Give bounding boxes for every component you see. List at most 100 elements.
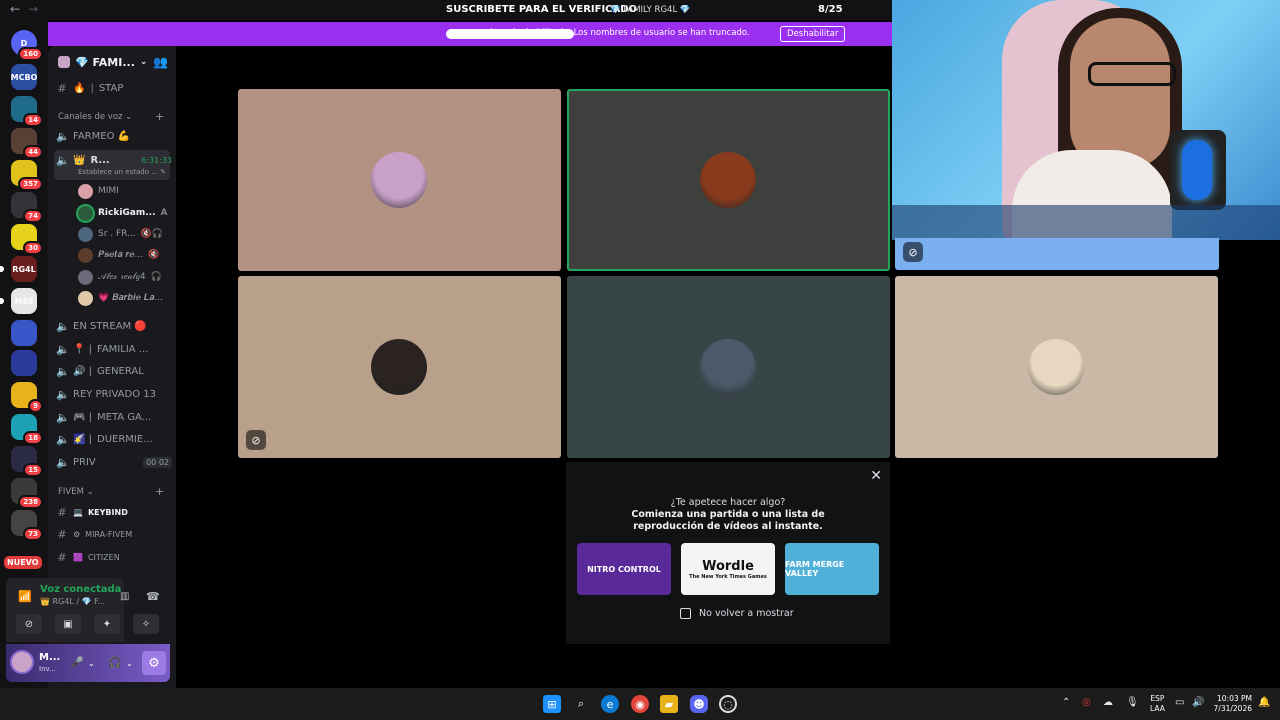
avatar bbox=[78, 205, 93, 221]
voice-user[interactable]: 𝑷𝒔𝒆𝒕𝒂 𝒓𝒆... 🔇 bbox=[78, 246, 159, 264]
forward-arrow-icon[interactable]: → bbox=[28, 2, 38, 16]
windows-start-icon[interactable]: ⊞ bbox=[543, 695, 561, 713]
server-icon[interactable]: 30 bbox=[11, 224, 43, 255]
guild-header[interactable]: 💎 FAMI... ⌄ 👥 bbox=[48, 46, 176, 78]
server-icon[interactable]: 18 bbox=[11, 414, 43, 445]
server-icon[interactable]: 73 bbox=[11, 510, 43, 541]
server-icon[interactable] bbox=[11, 320, 37, 346]
voice-connected-sub[interactable]: 👑 RG4L / 💎 F... bbox=[40, 597, 105, 606]
back-arrow-icon[interactable]: ← bbox=[10, 2, 20, 16]
microphone-icon[interactable]: 🎤 bbox=[70, 656, 84, 669]
voice-channel[interactable]: 🔈 🔊 | GENERAL bbox=[56, 361, 172, 381]
voice-user[interactable]: 𝒜𝓁𝑒𝓍 𝓇𝑒𝒶𝓁𝑔4 🎧 bbox=[78, 268, 162, 286]
discord-icon[interactable]: ☻ bbox=[690, 695, 708, 713]
video-tile[interactable] bbox=[567, 89, 890, 271]
server-icon[interactable] bbox=[11, 350, 37, 376]
mention-badge: 160 bbox=[18, 47, 43, 61]
soundboard-icon[interactable]: ▥ bbox=[120, 591, 129, 602]
server-icon[interactable]: RG4L bbox=[0, 256, 37, 282]
server-icon[interactable]: MSS bbox=[0, 288, 37, 314]
text-channel-label: MIRA-FIVEM bbox=[85, 529, 133, 539]
server-icon[interactable]: 44 bbox=[11, 128, 43, 159]
channel-stap[interactable]: # 🔥 | STAP bbox=[56, 78, 172, 98]
chevron-down-icon[interactable]: ⌄ bbox=[126, 659, 133, 668]
activities-button[interactable]: ✦ bbox=[94, 614, 120, 634]
mention-badge: 14 bbox=[23, 113, 43, 127]
chevron-down-icon[interactable]: ⌄ bbox=[88, 659, 95, 668]
voice-user[interactable]: RickiGam... A bbox=[78, 204, 167, 222]
tray-app-icon[interactable]: ◎ bbox=[1082, 697, 1091, 708]
language-indicator[interactable]: ESP LAA bbox=[1150, 694, 1165, 714]
dont-show-checkbox[interactable] bbox=[680, 608, 691, 619]
disable-button[interactable]: Deshabilitar bbox=[780, 26, 846, 42]
voice-connected-title[interactable]: Voz conectada bbox=[40, 584, 121, 595]
add-member-icon[interactable]: 👥 bbox=[153, 55, 168, 69]
microphone-tray-icon[interactable]: 🎙 bbox=[1126, 697, 1139, 708]
volume-icon[interactable]: 🔊 bbox=[1192, 697, 1204, 708]
voice-channel[interactable]: 🔈 🎮 | META GA... bbox=[56, 407, 172, 427]
app-icon[interactable]: ◌ bbox=[719, 695, 737, 713]
category-voice[interactable]: Canales de voz ⌄ bbox=[58, 112, 132, 122]
edge-icon[interactable]: e bbox=[601, 695, 619, 713]
headphones-icon[interactable]: 🎧 bbox=[108, 656, 122, 669]
voice-channel[interactable]: 🔈 REY PRIVADO 13 bbox=[56, 384, 172, 404]
chrome-icon[interactable]: ◉ bbox=[631, 695, 649, 713]
speaker-icon: 🔈 bbox=[56, 342, 70, 356]
video-tile[interactable]: ⊘ bbox=[238, 276, 561, 458]
server-icon[interactable]: 15 bbox=[11, 446, 43, 477]
dont-show-label[interactable]: No volver a mostrar bbox=[699, 608, 794, 619]
signal-icon: 📶 bbox=[18, 590, 32, 603]
speaker-icon: 🔈 bbox=[56, 364, 70, 378]
activity-card-wordle[interactable]: Wordle The New York Times Games bbox=[681, 543, 775, 595]
notification-icon[interactable]: 🔔 bbox=[1258, 697, 1270, 708]
camera-off-icon: ⊘ bbox=[24, 618, 34, 630]
close-icon[interactable]: ✕ bbox=[870, 468, 882, 484]
video-tile[interactable] bbox=[567, 276, 890, 458]
text-channel[interactable]: # 🟪 CITIZEN bbox=[56, 547, 172, 567]
add-channel-fivem-icon[interactable]: + bbox=[155, 485, 164, 498]
folder-icon[interactable]: ▰ bbox=[660, 695, 678, 713]
voice-user[interactable]: 💗 𝑩𝒂𝒓𝒃𝒊𝒆 𝑳𝒂... bbox=[78, 289, 163, 307]
voice-channel[interactable]: 🔈 FARMEO 💪 bbox=[56, 126, 172, 146]
server-icon[interactable]: 238 bbox=[11, 478, 43, 509]
camera-off-button[interactable]: ⊘ bbox=[16, 614, 42, 634]
category-fivem[interactable]: FIVEM ⌄ bbox=[58, 487, 94, 497]
avatar[interactable] bbox=[10, 650, 34, 674]
settings-button[interactable]: ⚙ bbox=[142, 651, 166, 675]
voice-channel[interactable]: 🔈 🌠 | DUERMIE... bbox=[56, 429, 172, 449]
sparkle-icon: ✧ bbox=[141, 618, 151, 630]
crown-icon: 👑 bbox=[73, 154, 86, 166]
server-icon[interactable]: 74 bbox=[11, 192, 43, 223]
server-icon[interactable]: 14 bbox=[11, 96, 43, 127]
network-icon[interactable]: ▭ bbox=[1175, 697, 1184, 708]
clock[interactable]: 10:03 PM 7/31/2026 bbox=[1212, 694, 1252, 714]
add-channel-icon[interactable]: + bbox=[155, 110, 164, 123]
server-icon[interactable]: 9 bbox=[11, 382, 43, 413]
screen-share-button[interactable]: ▣ bbox=[55, 614, 81, 634]
search-icon[interactable]: ⌕ bbox=[572, 695, 590, 713]
video-tile[interactable] bbox=[238, 89, 561, 271]
text-channel[interactable]: # ⚙ MIRA-FIVEM bbox=[56, 524, 172, 544]
user-name[interactable]: M... bbox=[39, 652, 60, 663]
voice-channel[interactable]: 🔈 📍 | FAMILIA ... bbox=[56, 339, 172, 359]
hashtag-icon: # bbox=[57, 505, 67, 519]
video-tile-overlay-strip[interactable]: ⊘ bbox=[895, 238, 1219, 270]
text-channel[interactable]: # 💻 KEYBIND bbox=[56, 502, 172, 522]
screen-share-icon: ▣ bbox=[63, 618, 73, 630]
mention-badge: 357 bbox=[18, 177, 43, 191]
server-icon[interactable]: 357 bbox=[11, 160, 43, 191]
voice-channel[interactable]: 🔈 PRIV 00 02 bbox=[56, 452, 172, 472]
activity-card-nitro-control[interactable]: NITRO CONTROL bbox=[577, 543, 671, 595]
activity-card-farm-merge-valley[interactable]: FARM MERGE VALLEY bbox=[785, 543, 879, 595]
voice-user[interactable]: MIMI bbox=[78, 182, 119, 200]
server-icon[interactable]: MCBO bbox=[11, 64, 37, 90]
voice-channel[interactable]: 🔈 👑 R... 6:31:33 bbox=[56, 150, 172, 170]
soundboard-button[interactable]: ✧ bbox=[133, 614, 159, 634]
disconnect-icon[interactable]: ☎ bbox=[146, 590, 160, 603]
voice-channel[interactable]: 🔈 EN STREAM 🔴 bbox=[56, 316, 172, 336]
chevron-up-icon[interactable]: ⌃ bbox=[1062, 697, 1070, 708]
server-icon[interactable]: D 160 bbox=[11, 30, 43, 61]
cloud-icon[interactable]: ☁ bbox=[1103, 697, 1113, 708]
voice-user[interactable]: Sr . FR... 🔇🎧 bbox=[78, 225, 163, 243]
video-tile[interactable] bbox=[895, 276, 1218, 458]
